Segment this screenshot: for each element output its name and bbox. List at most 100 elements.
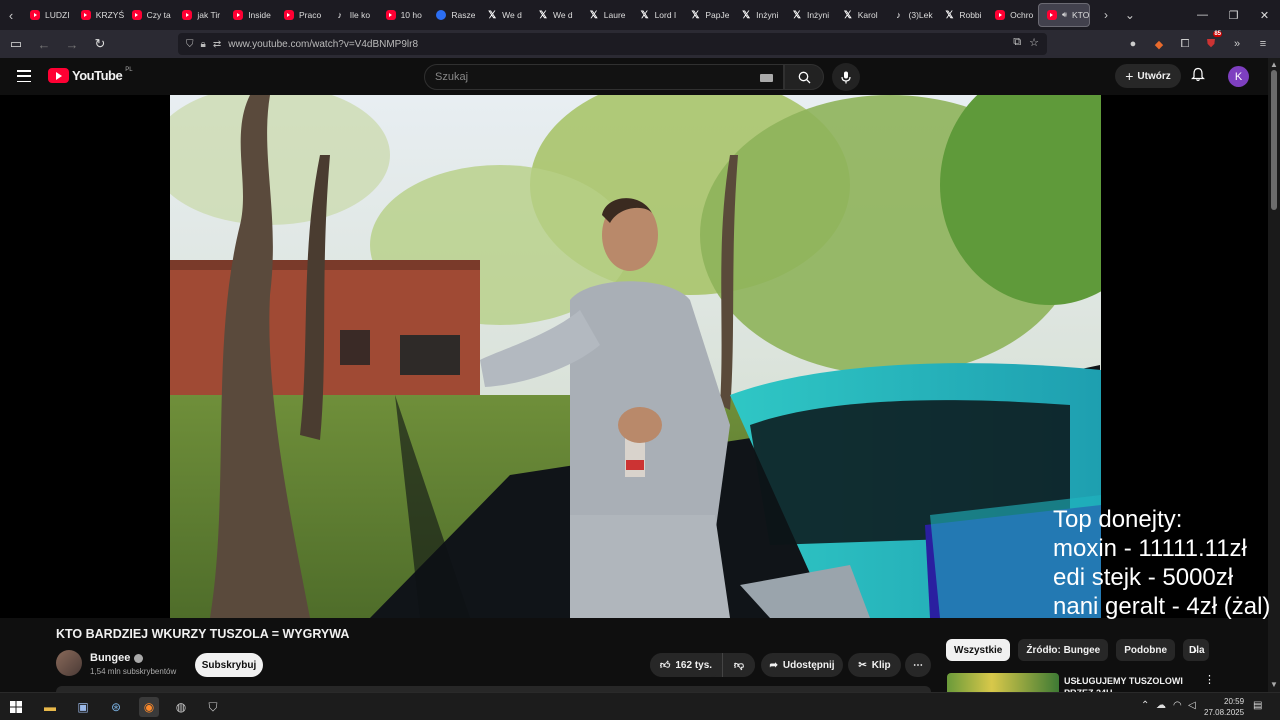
video-frame[interactable] (170, 95, 1101, 618)
globe-extension-icon[interactable]: ● (1120, 38, 1146, 50)
scroll-down-icon[interactable]: ▼ (1270, 680, 1278, 689)
browser-tab[interactable]: 𝕏 Karol (835, 3, 886, 27)
guide-menu-icon[interactable] (17, 70, 31, 82)
tab-label: KTO (1071, 10, 1089, 20)
tab-label: Ile ko (349, 10, 371, 20)
subscribe-button[interactable]: Subskrybuj (195, 653, 263, 677)
firefox-icon[interactable]: ◉ (139, 697, 159, 717)
scissors-icon: ✂ (858, 659, 867, 671)
restore-icon[interactable]: ❐ (1218, 0, 1249, 30)
browser-tab[interactable]: Inside (225, 3, 276, 27)
scrollbar-thumb[interactable] (1271, 70, 1277, 210)
browser-tab[interactable]: Czy ta (124, 3, 175, 27)
scroll-up-icon[interactable]: ▲ (1270, 60, 1278, 69)
bookmark-star-icon[interactable]: ☆ (1029, 36, 1039, 49)
browser-tab[interactable]: 𝕏 Inżyni (733, 3, 784, 27)
recommended-thumbnail[interactable] (947, 673, 1059, 692)
browser-tab[interactable]: LUDZI (22, 3, 73, 27)
browser-tab[interactable]: ♪ Ile ko (327, 3, 378, 27)
share-button[interactable]: ➦ Udostępnij (761, 653, 843, 677)
extension-badge: 85 (1213, 30, 1222, 37)
windows-start-icon[interactable] (6, 697, 26, 717)
menu-hamburger-icon[interactable]: ≡ (1250, 38, 1276, 50)
app-icon[interactable]: ◍ (171, 697, 191, 717)
puzzle-extension-icon[interactable]: ⧠ (1172, 38, 1198, 51)
browser-tab[interactable]: 𝕏 Inżyni (784, 3, 835, 27)
chips-next-icon[interactable]: › (1193, 643, 1197, 657)
browser-tab[interactable]: 🔊︎ KTO (1037, 3, 1090, 27)
browser-tab[interactable]: ♪ (3)Lek (886, 3, 937, 27)
voice-search-button[interactable] (832, 63, 860, 91)
browser-tab[interactable]: 𝕏 PapJe (682, 3, 733, 27)
volume-icon[interactable]: ◁ (1188, 700, 1196, 711)
youtube-header: YouTube PL Szukaj + Utwórz K (0, 58, 1268, 95)
tab-label: 10 ho (400, 10, 422, 20)
browser-tab[interactable]: Ochro (987, 3, 1038, 27)
more-actions-button[interactable]: ⋯ (905, 653, 931, 677)
sidebar-toggle-icon[interactable]: ▭ (4, 32, 28, 56)
channel-name[interactable]: Bungee (90, 652, 130, 664)
tab-label: LUDZI (45, 10, 70, 20)
close-window-icon[interactable]: ✕ (1249, 0, 1280, 30)
notifications-icon[interactable]: ▤ (1253, 700, 1262, 711)
browser-tab[interactable]: KRZYŚ (73, 3, 124, 27)
chip-similar[interactable]: Podobne (1116, 639, 1176, 661)
browser-tab[interactable]: 𝕏 Robbi (936, 3, 987, 27)
browser-tab[interactable]: 𝕏 Laure (581, 3, 632, 27)
donation-overlay: Top donejty: moxin - 11111.11zł edi stej… (1053, 505, 1270, 621)
file-explorer-icon[interactable]: ▬ (40, 697, 60, 717)
video-player[interactable]: Top donejty: moxin - 11111.11zł edi stej… (0, 95, 1270, 621)
ublock-extension-icon[interactable]: ⛊ 85 (1198, 30, 1224, 51)
youtube-favicon-icon (1046, 10, 1057, 20)
recommended-title[interactable]: USŁUGUJEMY TUSZOLOWI PRZEZ 24H (1064, 675, 1184, 692)
minimize-icon[interactable]: — (1187, 0, 1218, 30)
picture-in-picture-icon[interactable]: ⧉ (1013, 36, 1021, 49)
dislike-button[interactable]: 👎︎ (722, 653, 755, 677)
address-bar[interactable]: ⛉ 🔒︎ ⇄ www.youtube.com/watch?v=V4dBNMP9l… (178, 33, 1047, 55)
account-avatar[interactable]: K (1228, 66, 1249, 87)
chip-source[interactable]: Źródło: Bungee (1018, 639, 1109, 661)
lock-icon[interactable]: 🔒︎ (201, 39, 206, 50)
steam-icon[interactable]: ⊛ (106, 697, 126, 717)
browser-tab[interactable]: 10 ho (378, 3, 429, 27)
overflow-chevrons-icon[interactable]: » (1224, 38, 1250, 50)
forward-icon[interactable]: → (60, 32, 84, 56)
tabs-scroll-left-icon[interactable]: ‹ (0, 0, 22, 30)
browser-tab[interactable]: jak Tir (174, 3, 225, 27)
youtube-logo[interactable]: YouTube PL (48, 67, 133, 83)
search-input[interactable]: Szukaj (424, 64, 784, 90)
recommended-more-icon[interactable]: ⋮ (1204, 673, 1215, 686)
like-button[interactable]: 👍︎ 162 tys. (650, 653, 722, 677)
onedrive-icon[interactable]: ☁ (1156, 700, 1166, 711)
browser-tab[interactable]: 𝕏 Lord I (632, 3, 683, 27)
back-icon[interactable]: ← (32, 32, 56, 56)
clock[interactable]: 20:59 27.08.2025 (1204, 696, 1244, 718)
channel-name-row[interactable]: Bungee (90, 652, 144, 664)
fox-extension-icon[interactable]: ◆ (1146, 38, 1172, 51)
wifi-icon[interactable]: ◠ (1173, 700, 1182, 711)
notifications-bell-icon[interactable] (1191, 67, 1205, 85)
shield-icon[interactable]: ⛉ (186, 39, 194, 50)
tray-overflow-icon[interactable]: ⌃ (1141, 700, 1149, 711)
computer-app-icon[interactable]: ▣ (73, 697, 93, 717)
clip-button[interactable]: ✂ Klip (848, 653, 901, 677)
channel-avatar[interactable] (56, 650, 82, 676)
browser-tab[interactable]: 𝕏 We d (479, 3, 530, 27)
permissions-icon[interactable]: ⇄ (213, 39, 221, 50)
chip-all[interactable]: Wszystkie (946, 639, 1011, 661)
keyboard-icon[interactable] (760, 74, 773, 82)
reload-icon[interactable]: ↻ (88, 32, 112, 56)
browser-tab[interactable]: 𝕏 We d (530, 3, 581, 27)
tabs-scroll-right-icon[interactable]: › (1094, 8, 1118, 22)
search-button[interactable] (784, 64, 824, 90)
overlay-line: Top donejty: (1053, 506, 1183, 533)
youtube-favicon-icon (233, 10, 244, 20)
url-text[interactable]: www.youtube.com/watch?v=V4dBNMP9lr8 (228, 39, 418, 50)
browser-tab[interactable]: Rasze (428, 3, 479, 27)
x-favicon-icon: 𝕏 (945, 9, 954, 21)
browser-tab[interactable]: Praco (276, 3, 327, 27)
tab-audio-icon[interactable]: 🔊︎ (1062, 10, 1067, 20)
shield-app-icon[interactable]: ⛉ (203, 697, 223, 717)
tab-list-dropdown-icon[interactable]: ⌄ (1118, 8, 1142, 22)
create-button[interactable]: + Utwórz (1115, 64, 1181, 88)
